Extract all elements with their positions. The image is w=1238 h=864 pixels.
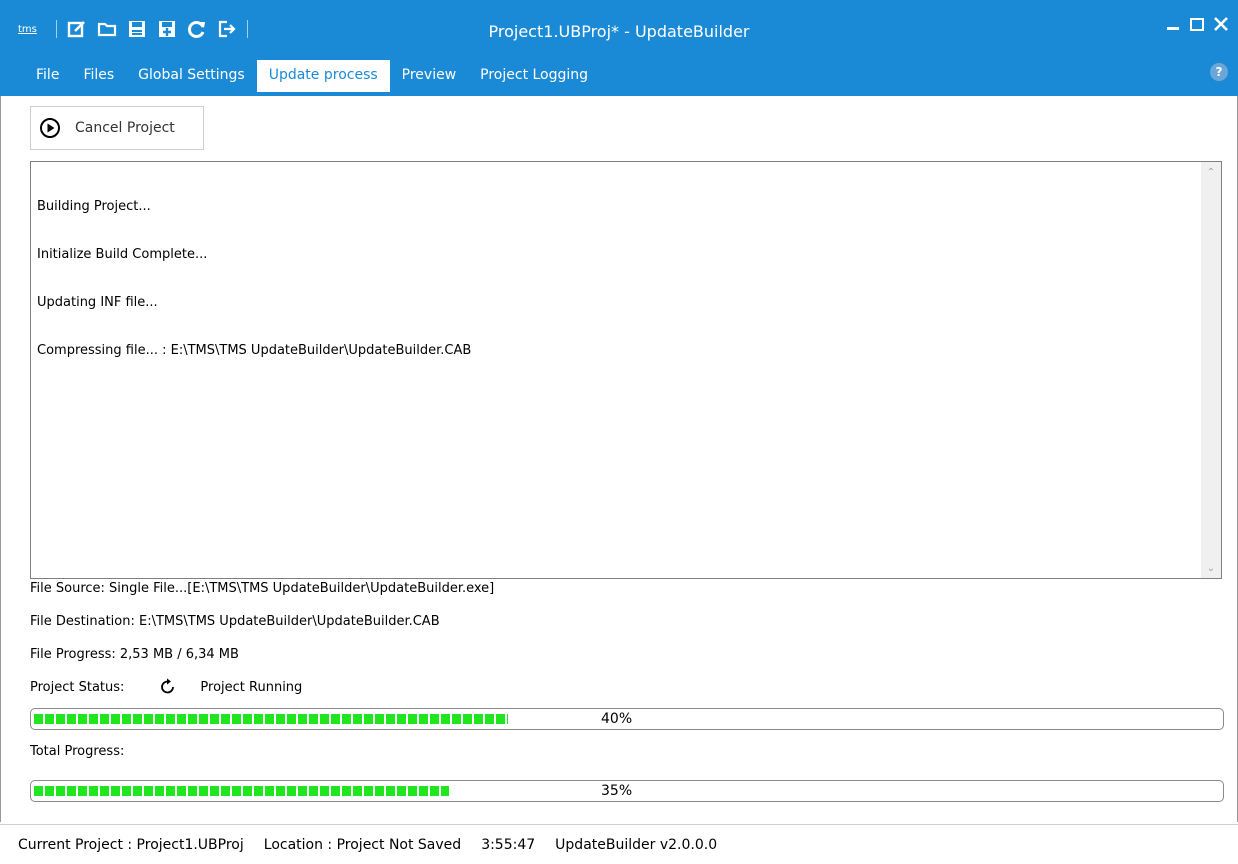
project-status-value: Project Running [200, 679, 303, 695]
log-line: Compressing file... : E:\TMS\TMS UpdateB… [37, 343, 472, 358]
total-progress-percent: 35% [601, 783, 633, 799]
toolbar-separator [56, 20, 57, 38]
exit-icon[interactable] [217, 19, 237, 39]
help-icon[interactable]: ? [1210, 63, 1228, 81]
total-progress-bar: 35% [30, 780, 1224, 802]
file-progress-percent: 40% [601, 711, 633, 727]
scroll-down-icon[interactable]: ⌄ [1201, 558, 1221, 578]
new-icon[interactable] [67, 19, 87, 39]
title-bar: tms Project1.UBProj* - UpdateBuilder Fil… [0, 0, 1238, 96]
save-icon[interactable] [127, 19, 147, 39]
project-status-row: Project Status: Project Running [30, 677, 302, 697]
toolbar-separator [247, 20, 248, 38]
file-source-label: File Source: Single File...[E:\TMS\TMS U… [30, 581, 495, 596]
version-status: UpdateBuilder v2.0.0.0 [555, 836, 718, 853]
status-bar: Current Project : Project1.UBProj Locati… [0, 824, 1238, 864]
scroll-up-icon[interactable]: ⌃ [1201, 162, 1221, 182]
cancel-project-button[interactable]: Cancel Project [30, 106, 204, 150]
tab-project-logging[interactable]: Project Logging [468, 60, 600, 92]
total-progress-label: Total Progress: [30, 744, 125, 759]
location-status: Location : Project Not Saved [263, 836, 462, 853]
file-progress-fill [34, 714, 508, 724]
file-progress-bar: 40% [30, 708, 1224, 730]
cancel-project-label: Cancel Project [75, 120, 175, 136]
window-controls [1164, 12, 1230, 36]
tab-update-process[interactable]: Update process [256, 60, 390, 92]
log-line: Building Project... [37, 199, 151, 214]
save-as-icon[interactable] [157, 19, 177, 39]
log-line: Initialize Build Complete... [37, 247, 208, 262]
current-project-status: Current Project : Project1.UBProj [18, 836, 244, 853]
quick-access-toolbar: tms [18, 14, 248, 44]
play-circle-icon [40, 118, 60, 138]
open-folder-icon[interactable] [97, 19, 117, 39]
app-logo: tms [18, 23, 37, 35]
refresh-icon[interactable] [187, 19, 207, 39]
maximize-icon[interactable] [1188, 12, 1206, 36]
total-progress-fill [34, 786, 449, 796]
time-status: 3:55:47 [481, 836, 536, 853]
minimize-icon[interactable] [1164, 12, 1182, 36]
log-text: Building Project... Initialize Build Com… [37, 167, 471, 391]
project-status-label: Project Status: [30, 679, 125, 695]
tab-preview[interactable]: Preview [390, 60, 469, 92]
file-progress-label: File Progress: 2,53 MB / 6,34 MB [30, 647, 239, 662]
log-scrollbar[interactable]: ⌃ ⌄ [1201, 162, 1221, 578]
file-destination-label: File Destination: E:\TMS\TMS UpdateBuild… [30, 614, 440, 629]
build-log[interactable]: Building Project... Initialize Build Com… [30, 161, 1222, 579]
tab-file[interactable]: File [24, 60, 71, 92]
tab-global-settings[interactable]: Global Settings [126, 60, 257, 92]
close-icon[interactable] [1212, 12, 1230, 36]
tab-files[interactable]: Files [71, 60, 126, 92]
log-line: Updating INF file... [37, 295, 158, 310]
refresh-icon [161, 678, 175, 694]
ribbon-tabs: File Files Global Settings Update proces… [24, 60, 600, 92]
